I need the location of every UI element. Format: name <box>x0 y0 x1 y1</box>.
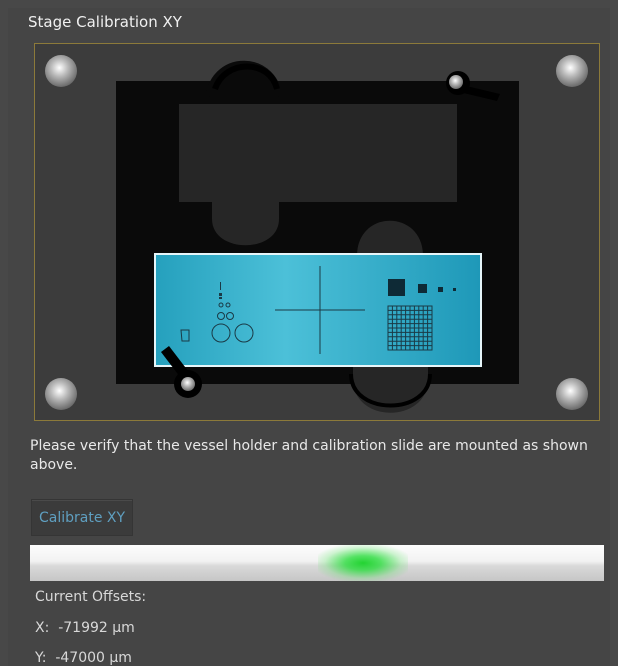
stage-illustration <box>34 43 600 421</box>
mount-verification-message: Please verify that the vessel holder and… <box>30 438 588 473</box>
offset-x-value: -71992 µm <box>58 620 135 636</box>
offset-y-value: -47000 µm <box>55 650 132 666</box>
screw-top-right-icon <box>556 55 588 87</box>
current-offsets-label: Current Offsets: <box>35 589 147 605</box>
offset-y-prefix: Y: <box>35 650 47 666</box>
screw-top-left-icon <box>45 55 77 87</box>
screw-bottom-right-icon <box>556 378 588 410</box>
stage-diagram <box>45 55 588 413</box>
screw-bottom-left-icon <box>45 378 77 410</box>
offset-y: Y: -47000 µm <box>35 650 132 666</box>
progress-indicator <box>317 545 408 581</box>
window-title: Stage Calibration XY <box>28 13 182 31</box>
calibration-progress-bar <box>30 545 604 581</box>
offset-x-prefix: X: <box>35 620 50 636</box>
calibrate-xy-button[interactable]: Calibrate XY <box>31 499 133 536</box>
calibration-slide <box>154 253 482 367</box>
offset-x: X: -71992 µm <box>35 620 135 636</box>
